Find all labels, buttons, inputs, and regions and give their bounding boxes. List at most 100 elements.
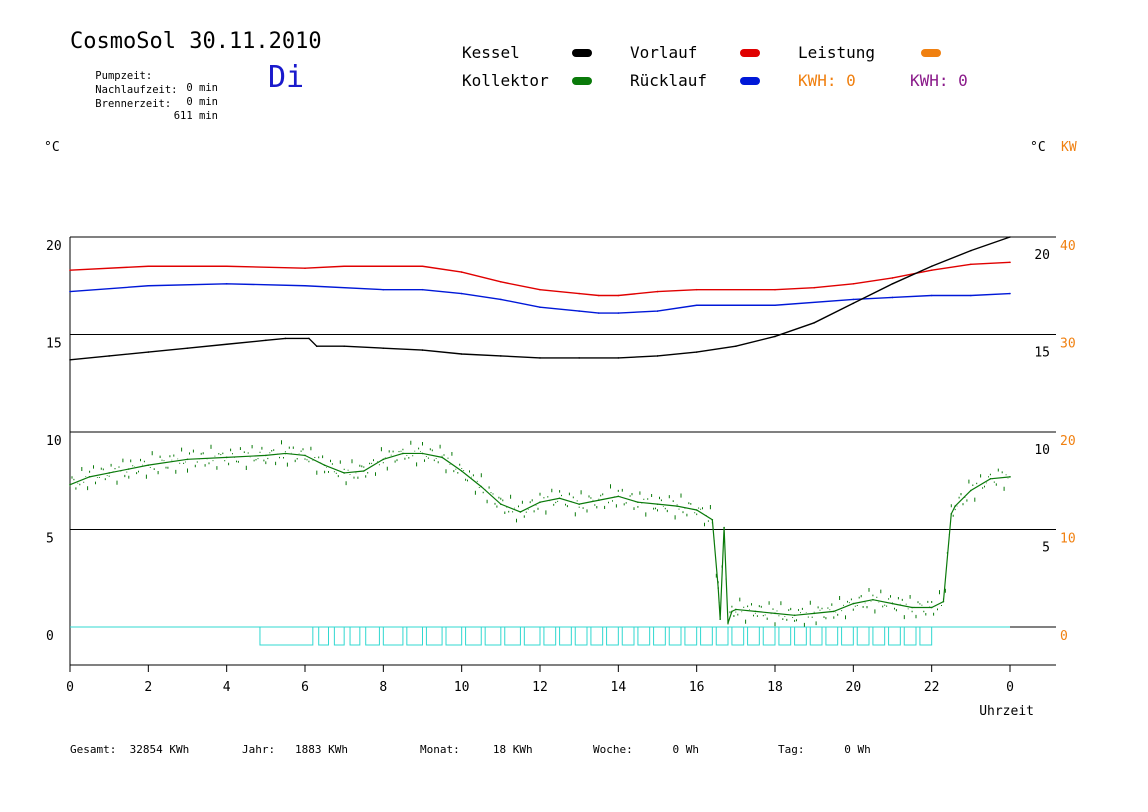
- pump-block: [903, 626, 917, 646]
- pump-block: [872, 626, 886, 646]
- series-point: [88, 476, 91, 478]
- series-point: [578, 310, 580, 312]
- series-point: [930, 606, 933, 609]
- series-point: [186, 458, 189, 461]
- series-point: [186, 347, 189, 349]
- series-point: [942, 600, 945, 603]
- series-point: [597, 294, 600, 297]
- y-tick-label-right-kw: 30: [1060, 337, 1076, 352]
- series-point: [519, 511, 522, 513]
- series-point: [539, 357, 541, 359]
- series-point: [127, 468, 130, 470]
- pump-block: [365, 626, 380, 646]
- series-point: [69, 290, 71, 293]
- series-point: [617, 357, 620, 359]
- series-point: [970, 263, 972, 266]
- pump-block: [684, 626, 698, 646]
- series-point: [617, 312, 620, 314]
- pump-block: [259, 626, 314, 646]
- y-tick-label-left: 5: [46, 532, 54, 547]
- series-point: [793, 614, 796, 617]
- series-point: [460, 470, 463, 472]
- series-point: [480, 485, 483, 488]
- x-tick-label: 0: [66, 680, 74, 695]
- x-tick-label: 2: [144, 680, 152, 695]
- series-point: [539, 501, 541, 504]
- series-point: [695, 304, 698, 307]
- series-point: [1009, 261, 1011, 264]
- series-point: [872, 598, 874, 601]
- series-point: [852, 283, 855, 285]
- series-point: [711, 518, 714, 521]
- x-tick-label: 12: [532, 680, 548, 695]
- pump-block: [700, 626, 713, 646]
- pump-block: [731, 626, 745, 646]
- series-point: [343, 265, 345, 268]
- series-point: [382, 458, 385, 461]
- series-point: [735, 345, 737, 348]
- series-point: [460, 292, 463, 295]
- series-point: [382, 347, 385, 349]
- series-point: [500, 298, 502, 301]
- series-point: [656, 503, 659, 505]
- y-tick-label-right-kw: 0: [1060, 629, 1068, 644]
- series-point: [69, 483, 71, 486]
- pump-block: [888, 626, 901, 646]
- series-point: [735, 608, 737, 611]
- series-point: [147, 351, 150, 353]
- series-line-1: [69, 283, 1011, 314]
- series-point: [225, 283, 228, 285]
- x-tick-label: 4: [223, 680, 231, 695]
- series-point: [930, 265, 933, 268]
- pump-block: [856, 626, 870, 646]
- collector-noise: [69, 440, 1009, 627]
- x-tick-label: 8: [379, 680, 387, 695]
- series-point: [402, 452, 404, 455]
- pump-block: [559, 626, 572, 646]
- series-point: [460, 353, 463, 355]
- series-point: [265, 339, 267, 342]
- series-point: [108, 472, 110, 474]
- series-point: [754, 610, 757, 613]
- pump-block: [523, 626, 541, 646]
- x-tick-label: 14: [611, 680, 627, 695]
- series-point: [656, 290, 659, 293]
- x-tick-label: 18: [767, 680, 783, 695]
- series-point: [441, 456, 443, 459]
- series-point: [852, 298, 855, 301]
- pump-block: [574, 626, 588, 646]
- series-point: [460, 271, 463, 273]
- series-point: [539, 288, 541, 291]
- series-point: [911, 606, 913, 609]
- y-tick-label-right-c: 20: [1034, 248, 1050, 263]
- pump-block: [318, 626, 330, 646]
- series-point: [382, 265, 385, 268]
- series-point: [597, 499, 600, 502]
- series-line-0: [69, 261, 1011, 297]
- series-point: [225, 343, 228, 346]
- pump-block: [504, 626, 521, 646]
- series-point: [597, 312, 600, 314]
- series-point: [852, 302, 855, 305]
- series-point: [813, 612, 815, 615]
- series-point: [1009, 476, 1011, 478]
- series-point: [970, 294, 972, 297]
- pump-block: [653, 626, 666, 646]
- pump-block: [484, 626, 502, 646]
- series-point: [832, 610, 835, 613]
- series-point: [421, 452, 424, 455]
- y-tick-label-right-c: 15: [1034, 346, 1050, 361]
- y-tick-label-right-kw: 10: [1060, 532, 1076, 547]
- y-tick-label-left: 20: [46, 239, 62, 254]
- series-point: [421, 349, 424, 351]
- pump-block: [621, 626, 635, 646]
- pump-block: [637, 626, 651, 646]
- pump-block: [425, 626, 443, 646]
- series-point: [891, 277, 894, 279]
- series-point: [382, 288, 385, 291]
- series-point: [323, 464, 326, 466]
- series-point: [719, 618, 721, 620]
- series-point: [656, 355, 659, 357]
- pump-block: [543, 626, 557, 646]
- series-point: [774, 335, 776, 338]
